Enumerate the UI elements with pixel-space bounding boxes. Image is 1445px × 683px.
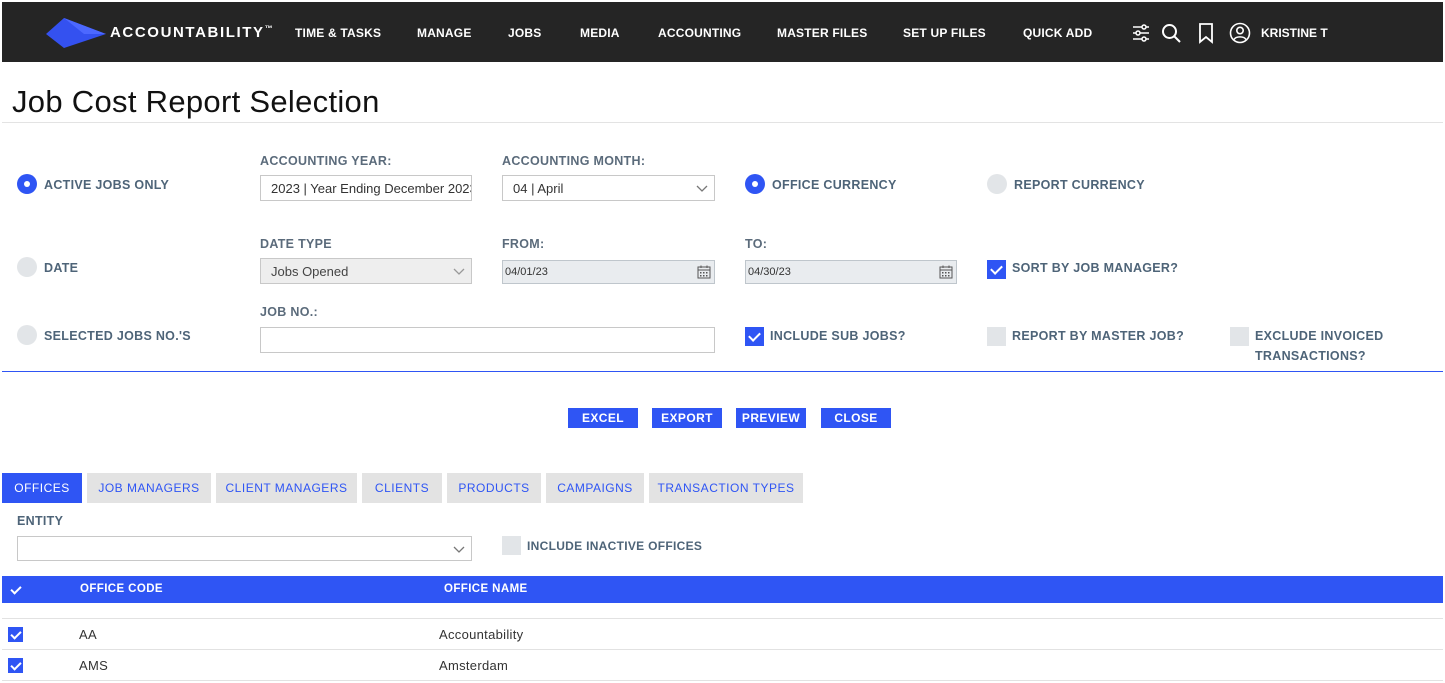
page-title: Job Cost Report Selection <box>12 84 380 119</box>
section-divider <box>2 371 1443 372</box>
chevron-down-icon <box>696 185 708 192</box>
user-name[interactable]: KRISTINE T <box>1261 26 1328 40</box>
accounting-month-value: 04 | April <box>513 181 564 196</box>
chevron-down-icon <box>453 268 465 275</box>
sliders-icon[interactable] <box>1130 22 1152 44</box>
date-type-value: Jobs Opened <box>271 264 349 279</box>
calendar-icon[interactable] <box>939 265 953 279</box>
to-date-value: 04/30/23 <box>748 266 791 278</box>
accounting-year-value: 2023 | Year Ending December 2023 <box>271 181 472 196</box>
include-sub-jobs-checkbox[interactable] <box>745 327 764 346</box>
to-date-label: TO: <box>745 237 768 251</box>
nav-time-and-tasks[interactable]: TIME & TASKS <box>295 26 381 40</box>
from-date-label: FROM: <box>502 237 545 251</box>
accounting-year-select[interactable]: 2023 | Year Ending December 2023 <box>260 175 472 201</box>
table-row[interactable]: AA Accountability <box>2 619 1443 650</box>
to-date-input[interactable]: 04/30/23 <box>745 260 957 284</box>
row-checkbox[interactable] <box>8 627 23 642</box>
top-navigation-bar: ACCOUNTABILITY™ TIME & TASKS MANAGE JOBS… <box>2 2 1443 62</box>
exclude-invoiced-label: EXCLUDE INVOICED TRANSACTIONS? <box>1255 326 1383 366</box>
exclude-invoiced-checkbox[interactable] <box>1230 327 1249 346</box>
tab-client-managers[interactable]: CLIENT MANAGERS <box>216 473 357 503</box>
tab-job-managers[interactable]: JOB MANAGERS <box>87 473 211 503</box>
close-button[interactable]: CLOSE <box>821 408 891 428</box>
exclude-invoiced-label-line1: EXCLUDE INVOICED <box>1255 329 1384 343</box>
job-no-label: JOB NO.: <box>260 305 318 319</box>
accounting-year-label: ACCOUNTING YEAR: <box>260 154 392 168</box>
office-name-cell: Accountability <box>439 627 524 642</box>
date-label: DATE <box>44 261 79 275</box>
nav-master-files[interactable]: MASTER FILES <box>777 26 867 40</box>
table-row[interactable]: AMS Amsterdam <box>2 650 1443 681</box>
from-date-value: 04/01/23 <box>505 266 548 278</box>
office-code-cell: AMS <box>79 658 109 673</box>
selected-jobs-radio[interactable] <box>17 325 37 345</box>
nav-jobs[interactable]: JOBS <box>508 26 541 40</box>
selected-jobs-label: SELECTED JOBS NO.'S <box>44 329 191 343</box>
tab-transaction-types[interactable]: TRANSACTION TYPES <box>649 473 803 503</box>
active-jobs-only-radio[interactable] <box>17 174 37 194</box>
chevron-down-icon <box>453 546 465 553</box>
include-inactive-offices-checkbox[interactable] <box>502 536 521 555</box>
from-date-input[interactable]: 04/01/23 <box>502 260 715 284</box>
entity-select[interactable] <box>17 536 472 561</box>
office-code-cell: AA <box>79 627 97 642</box>
report-by-master-job-label: REPORT BY MASTER JOB? <box>1012 329 1185 343</box>
nav-accounting[interactable]: ACCOUNTING <box>658 26 741 40</box>
sort-by-job-manager-checkbox[interactable] <box>987 260 1006 279</box>
brand-name[interactable]: ACCOUNTABILITY™ <box>110 24 273 41</box>
entity-label: ENTITY <box>17 514 64 528</box>
nav-set-up-files[interactable]: SET UP FILES <box>903 26 986 40</box>
report-currency-label: REPORT CURRENCY <box>1014 178 1145 192</box>
row-checkbox[interactable] <box>8 658 23 673</box>
office-name-cell: Amsterdam <box>439 658 509 673</box>
exclude-invoiced-label-line2: TRANSACTIONS? <box>1255 349 1366 363</box>
excel-button[interactable]: EXCEL <box>568 408 638 428</box>
select-all-checkbox[interactable] <box>9 583 23 597</box>
include-inactive-offices-label: INCLUDE INACTIVE OFFICES <box>527 539 703 553</box>
nav-manage[interactable]: MANAGE <box>417 26 472 40</box>
export-button[interactable]: EXPORT <box>652 408 722 428</box>
include-sub-jobs-label: INCLUDE SUB JOBS? <box>770 329 906 343</box>
user-icon[interactable] <box>1229 22 1251 44</box>
search-icon[interactable] <box>1160 22 1182 44</box>
title-divider <box>2 122 1443 123</box>
tab-products[interactable]: PRODUCTS <box>447 473 541 503</box>
offices-grid-header: OFFICE CODE OFFICE NAME <box>2 576 1443 603</box>
bookmark-icon[interactable] <box>1195 22 1217 44</box>
job-no-input[interactable] <box>260 327 715 353</box>
preview-button[interactable]: PREVIEW <box>736 408 806 428</box>
office-currency-radio[interactable] <box>745 174 765 194</box>
date-type-select[interactable]: Jobs Opened <box>260 258 472 284</box>
active-jobs-only-label: ACTIVE JOBS ONLY <box>44 178 170 192</box>
accounting-month-label: ACCOUNTING MONTH: <box>502 154 646 168</box>
office-currency-label: OFFICE CURRENCY <box>772 178 897 192</box>
calendar-icon[interactable] <box>697 265 711 279</box>
accounting-month-select[interactable]: 04 | April <box>502 175 715 201</box>
column-office-code[interactable]: OFFICE CODE <box>80 583 163 595</box>
date-type-label: DATE TYPE <box>260 237 332 251</box>
report-by-master-job-checkbox[interactable] <box>987 327 1006 346</box>
nav-media[interactable]: MEDIA <box>580 26 620 40</box>
report-currency-radio[interactable] <box>987 174 1007 194</box>
filter-row <box>2 603 1443 619</box>
date-radio[interactable] <box>17 257 37 277</box>
nav-quick-add[interactable]: QUICK ADD <box>1023 26 1092 40</box>
brand-logo-icon[interactable] <box>44 18 106 55</box>
sort-by-job-manager-label: SORT BY JOB MANAGER? <box>1012 261 1179 275</box>
tab-campaigns[interactable]: CAMPAIGNS <box>546 473 644 503</box>
tab-offices[interactable]: OFFICES <box>2 473 82 503</box>
tab-clients[interactable]: CLIENTS <box>362 473 442 503</box>
column-office-name[interactable]: OFFICE NAME <box>444 583 528 595</box>
